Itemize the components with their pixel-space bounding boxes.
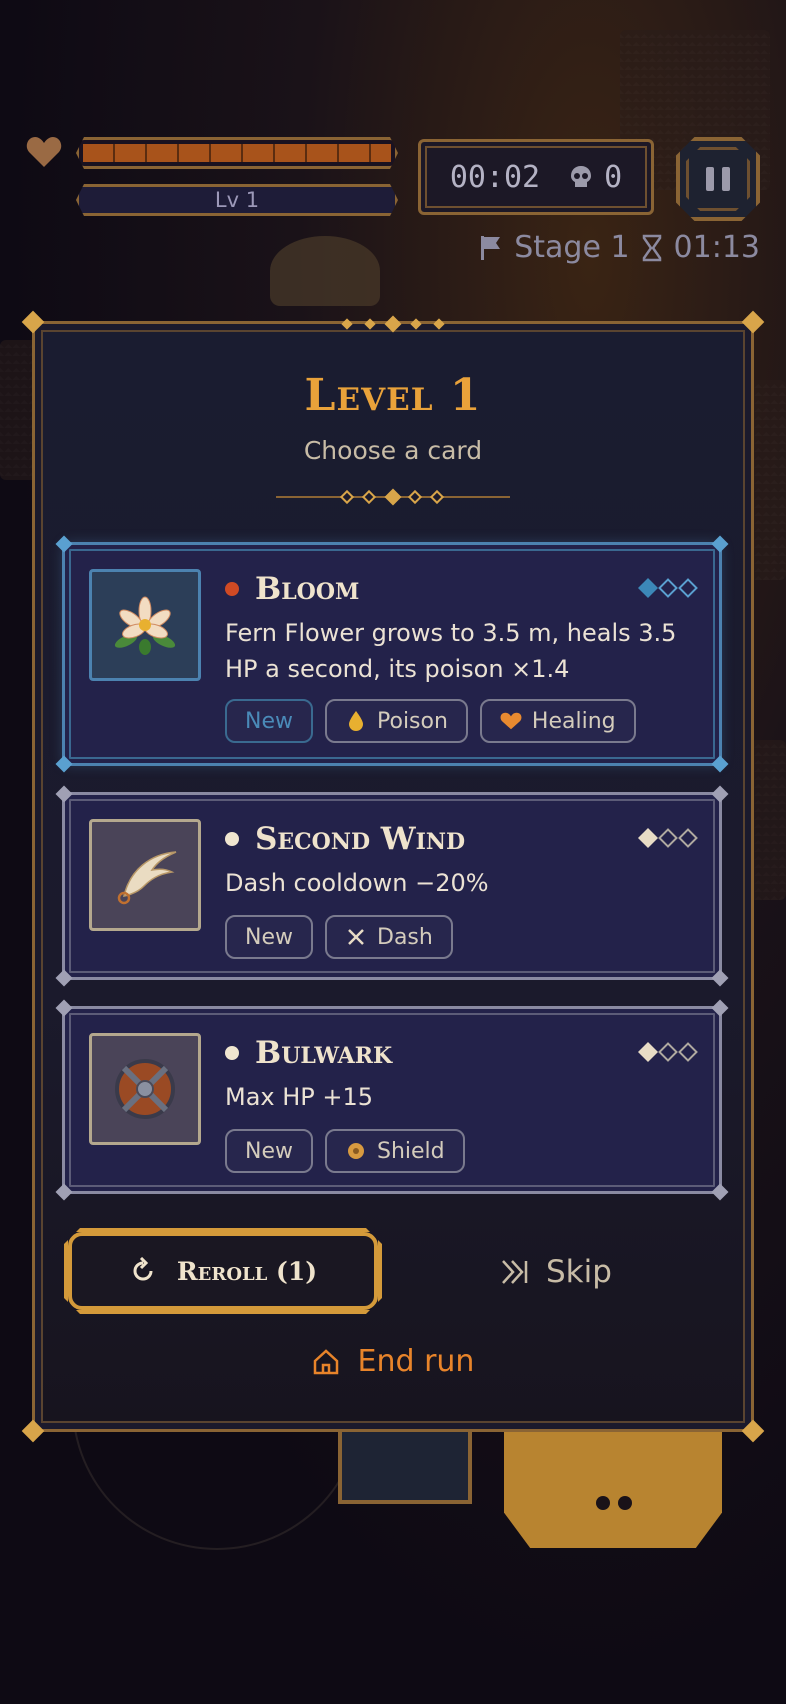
kill-counter: 0	[570, 160, 622, 195]
tag-dash: Dash	[325, 915, 453, 959]
level-pip-empty	[678, 578, 698, 598]
heart-icon	[26, 137, 62, 167]
tag-healing: Healing	[479, 699, 636, 743]
card-description: Fern Flower grows to 3.5 m, heals 3.5 HP…	[225, 619, 677, 683]
feather-icon	[89, 819, 201, 931]
card-name: Bloom	[255, 571, 360, 607]
dialog-subtitle: Choose a card	[303, 436, 483, 465]
health-bar	[76, 137, 398, 169]
rarity-indicator	[225, 832, 239, 846]
level-pip-empty	[678, 828, 698, 848]
tag-poison: Poison	[325, 699, 468, 743]
hourglass-icon	[642, 234, 661, 261]
home-icon	[313, 1348, 338, 1374]
level-pip-filled	[638, 578, 658, 598]
card-description: Dash cooldown −20%	[225, 869, 489, 897]
card-tags: New Shield	[225, 1129, 465, 1173]
run-timer: 00:02	[449, 159, 541, 195]
flag-icon	[481, 235, 501, 260]
skip-button[interactable]: Skip	[500, 1240, 650, 1304]
tag-shield: Shield	[325, 1129, 465, 1173]
level-pip-empty	[658, 828, 678, 848]
upgrade-card-bloom[interactable]: Bloom Fern Flower grows to 3.5 m, heals …	[55, 535, 729, 773]
level-pips	[638, 1042, 698, 1062]
level-pip-empty	[678, 1042, 698, 1062]
ornament-icon	[341, 315, 445, 333]
end-run-button[interactable]: End run	[0, 1344, 786, 1379]
divider-ornament	[276, 488, 510, 506]
pause-button[interactable]	[676, 137, 760, 221]
poison-drop-icon	[345, 710, 367, 732]
card-tags: New Poison Healing	[225, 699, 636, 743]
experience-bar: Lv 1	[76, 184, 398, 216]
reroll-label: Reroll (1)	[176, 1256, 318, 1286]
level-label: Lv 1	[214, 188, 260, 212]
card-title: Bulwark	[225, 1035, 392, 1071]
tag-new: New	[225, 915, 313, 959]
tag-new: New	[225, 1129, 313, 1173]
dash-arrows-icon	[345, 926, 367, 948]
ability-slot[interactable]	[338, 1430, 472, 1504]
stage-info: Stage 1 01:13	[480, 230, 760, 265]
stage-timer: 01:13	[673, 230, 760, 265]
skip-label: Skip	[546, 1254, 612, 1290]
end-run-label: End run	[357, 1344, 475, 1379]
card-name: Bulwark	[255, 1035, 393, 1071]
level-pip-empty	[658, 578, 678, 598]
run-stats-box: 00:02 0	[418, 139, 654, 215]
skull-icon	[571, 166, 592, 187]
rarity-indicator	[225, 1046, 239, 1060]
upgrade-card-second-wind[interactable]: Second Wind Dash cooldown −20% New Dash	[55, 785, 729, 987]
rarity-indicator	[225, 582, 239, 596]
upgrade-card-bulwark[interactable]: Bulwark Max HP +15 New Shield	[55, 999, 729, 1201]
card-title: Second Wind	[225, 821, 465, 857]
card-name: Second Wind	[255, 821, 466, 857]
level-pips	[638, 578, 698, 598]
level-pip-filled	[638, 828, 658, 848]
dialog-title: Level 1	[304, 370, 482, 421]
health-bar-fill	[83, 144, 391, 162]
pause-icon	[706, 167, 730, 191]
heart-icon	[500, 710, 522, 732]
level-pip-empty	[658, 1042, 678, 1062]
level-pip-filled	[638, 1042, 658, 1062]
flower-icon	[89, 569, 201, 681]
stage-label: Stage 1	[514, 230, 630, 265]
tag-new: New	[225, 699, 313, 743]
card-title: Bloom	[225, 571, 359, 607]
shield-icon	[89, 1033, 201, 1145]
character-portrait[interactable]	[504, 1430, 722, 1548]
level-pips	[638, 828, 698, 848]
card-tags: New Dash	[225, 915, 453, 959]
refresh-icon	[129, 1257, 157, 1285]
kill-count: 0	[604, 159, 623, 195]
card-description: Max HP +15	[225, 1083, 374, 1111]
reroll-button[interactable]: Reroll (1)	[64, 1228, 382, 1314]
skip-icon	[502, 1260, 528, 1284]
shield-badge-icon	[345, 1140, 367, 1162]
